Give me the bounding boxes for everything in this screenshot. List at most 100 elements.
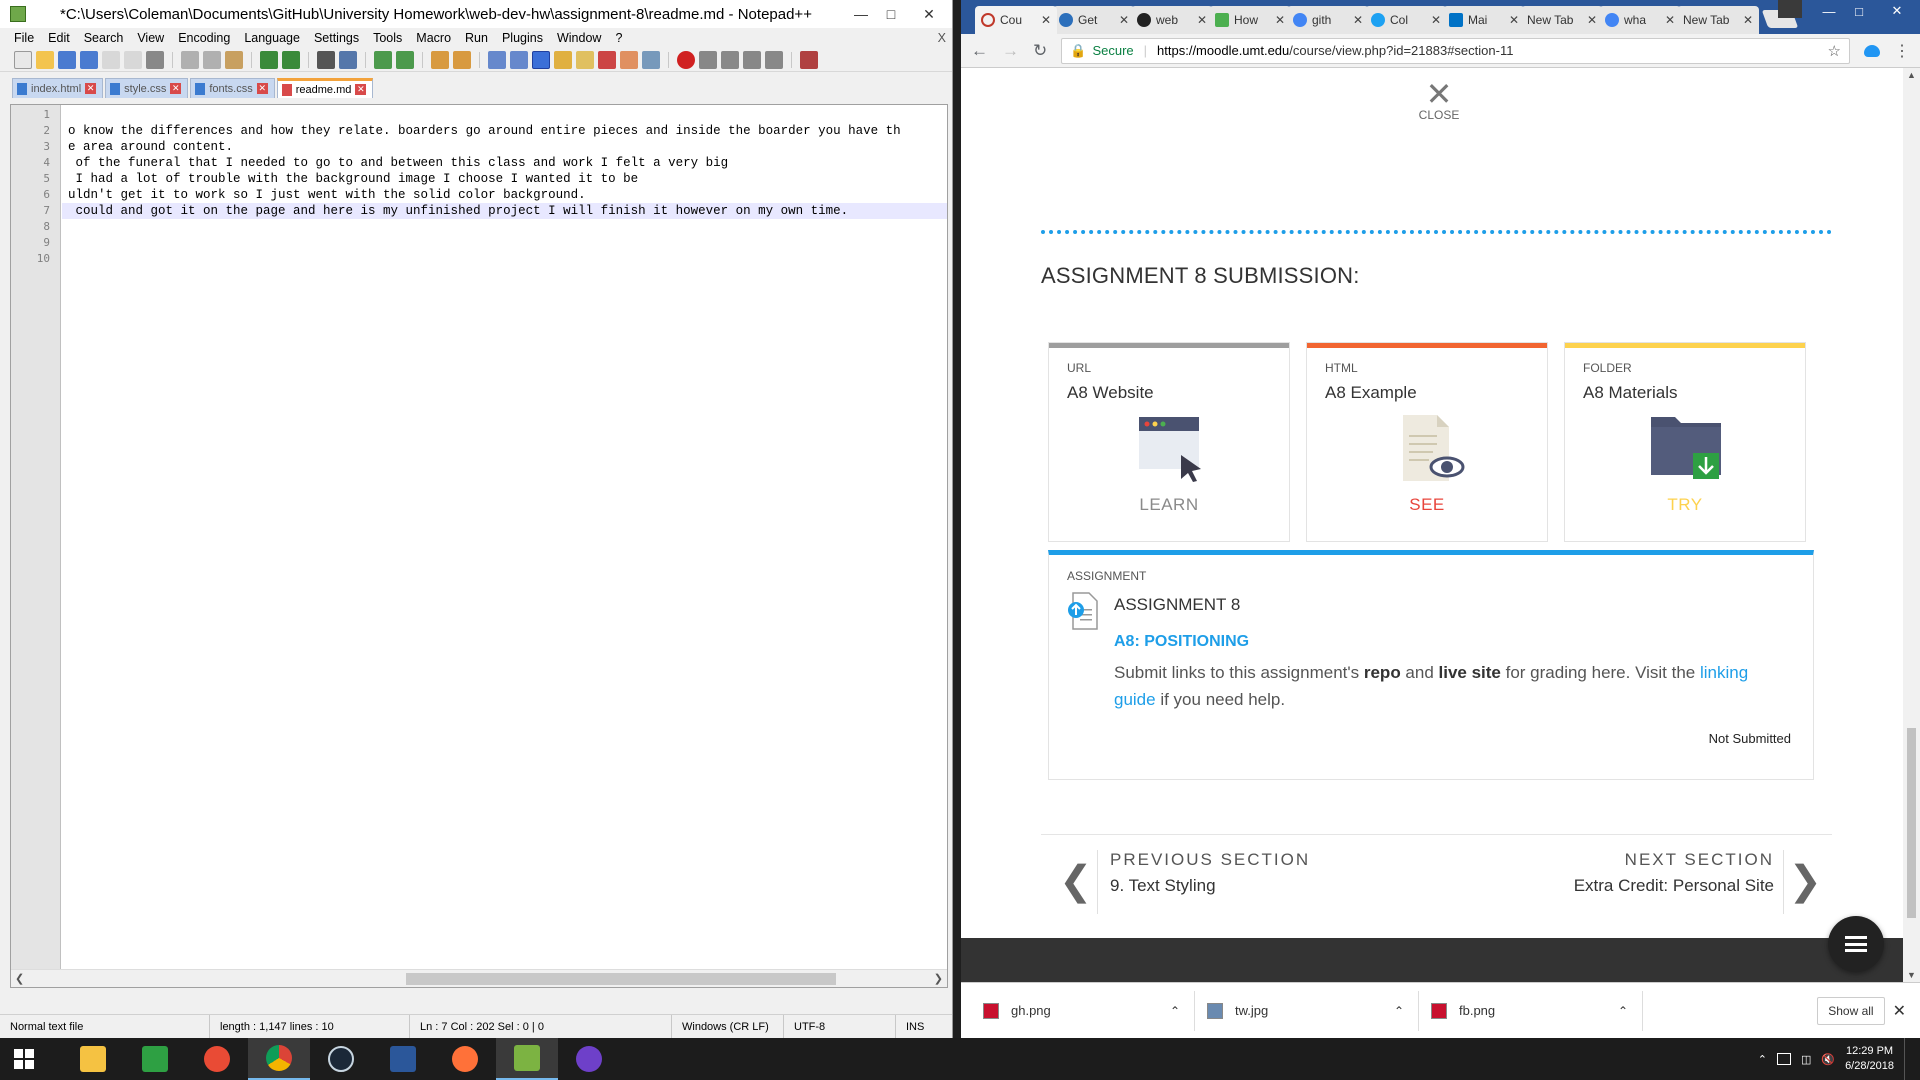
monitor-icon[interactable] — [1776, 1053, 1791, 1065]
card-name[interactable]: A8 Materials — [1583, 383, 1805, 403]
close-tab-icon[interactable]: ✕ — [1275, 13, 1285, 27]
menu-language[interactable]: Language — [244, 31, 300, 45]
open-file-icon[interactable] — [36, 50, 54, 69]
scrollbar-thumb[interactable] — [406, 973, 836, 985]
show-desktop-button[interactable] — [1904, 1038, 1912, 1080]
current-code-line[interactable]: could and got it on the page and here is… — [62, 203, 947, 219]
close-document-button[interactable]: X — [938, 31, 946, 45]
network-icon[interactable]: ◫ — [1801, 1053, 1811, 1066]
tab-style-css[interactable]: style.css ✕ — [105, 78, 189, 98]
close-tab-icon[interactable]: ✕ — [1041, 13, 1051, 27]
resource-card-url[interactable]: URL A8 Website LEARN — [1048, 342, 1290, 542]
close-panel-button[interactable]: ✕ CLOSE — [1409, 78, 1469, 122]
menu-settings[interactable]: Settings — [314, 31, 359, 45]
code-line[interactable] — [62, 251, 947, 267]
bookmark-star-icon[interactable]: ☆ — [1828, 42, 1841, 60]
minimize-button[interactable]: — — [1814, 0, 1844, 22]
scroll-down-icon[interactable]: ▼ — [1907, 970, 1916, 980]
browser-tab[interactable]: New Tab ✕ — [1677, 6, 1759, 34]
close-tab-icon[interactable]: ✕ — [1431, 13, 1441, 27]
profile-icon[interactable] — [1778, 0, 1802, 18]
close-tab-icon[interactable]: ✕ — [1743, 13, 1753, 27]
save-macro-icon[interactable] — [765, 50, 783, 69]
browser-tab[interactable]: Get ✕ — [1053, 6, 1135, 34]
close-all-icon[interactable] — [124, 50, 142, 69]
hamburger-menu-button[interactable] — [1828, 916, 1884, 972]
url-text[interactable]: https://moodle.umt.edu/course/view.php?i… — [1157, 43, 1822, 58]
folder-workspace-icon[interactable] — [620, 50, 638, 69]
maximize-button[interactable]: □ — [876, 0, 906, 28]
chevron-up-icon[interactable]: ⌃ — [1618, 1004, 1628, 1018]
close-tab-icon[interactable]: ✕ — [85, 83, 97, 94]
run-macro-multiple-icon[interactable] — [743, 50, 761, 69]
resource-card-folder[interactable]: FOLDER A8 Materials TRY — [1564, 342, 1806, 542]
menu-window[interactable]: Window — [557, 31, 601, 45]
minimize-button[interactable]: — — [846, 0, 876, 28]
code-line[interactable] — [62, 219, 947, 235]
undo-icon[interactable] — [260, 50, 278, 69]
code-line[interactable]: o know the differences and how they rela… — [62, 123, 947, 139]
doc-map-icon[interactable] — [576, 50, 594, 69]
show-all-chars-icon[interactable] — [510, 50, 528, 69]
taskbar-store[interactable] — [124, 1038, 186, 1080]
taskbar-word[interactable] — [372, 1038, 434, 1080]
sync-vertical-icon[interactable] — [431, 50, 449, 69]
reload-icon[interactable]: ↻ — [1033, 41, 1047, 61]
code-line[interactable]: I had a lot of trouble with the backgrou… — [62, 171, 947, 187]
find-icon[interactable] — [317, 50, 335, 69]
horizontal-scrollbar[interactable]: ❮ ❯ — [11, 969, 947, 987]
close-tab-icon[interactable]: ✕ — [170, 83, 182, 94]
taskbar-steam[interactable] — [310, 1038, 372, 1080]
chevron-up-icon[interactable]: ⌃ — [1758, 1053, 1767, 1066]
lock-icon[interactable]: 🔒 — [1070, 43, 1086, 59]
close-tab-icon[interactable]: ✕ — [1665, 13, 1675, 27]
word-wrap-icon[interactable] — [488, 50, 506, 69]
menu-view[interactable]: View — [137, 31, 164, 45]
menu-search[interactable]: Search — [84, 31, 124, 45]
save-icon[interactable] — [58, 50, 76, 69]
record-macro-icon[interactable] — [677, 50, 695, 69]
save-all-icon[interactable] — [80, 50, 98, 69]
tab-fonts-css[interactable]: fonts.css ✕ — [190, 78, 275, 98]
function-list-icon[interactable] — [598, 50, 616, 69]
code-line[interactable]: e area around content. — [62, 139, 947, 155]
tab-index-html[interactable]: index.html ✕ — [12, 78, 104, 98]
print-icon[interactable] — [146, 50, 164, 69]
browser-tab[interactable]: web ✕ — [1131, 6, 1213, 34]
forward-icon[interactable]: → — [1002, 41, 1019, 61]
redo-icon[interactable] — [282, 50, 300, 69]
browser-tab[interactable]: gith ✕ — [1287, 6, 1369, 34]
stop-macro-icon[interactable] — [699, 50, 717, 69]
scroll-left-icon[interactable]: ❮ — [15, 970, 24, 987]
paste-icon[interactable] — [225, 50, 243, 69]
menu-run[interactable]: Run — [465, 31, 488, 45]
taskbar-github-desktop[interactable] — [558, 1038, 620, 1080]
code-line[interactable] — [62, 235, 947, 251]
close-tab-icon[interactable]: ✕ — [1587, 13, 1597, 27]
address-bar[interactable]: 🔒 Secure | https://moodle.umt.edu/course… — [1061, 37, 1850, 64]
text-editor[interactable]: 1 2 3 4 5 6 7 8 9 10 o know the differen… — [10, 104, 948, 988]
npp-titlebar[interactable]: *C:\Users\Coleman\Documents\GitHub\Unive… — [0, 0, 952, 28]
sync-horizontal-icon[interactable] — [453, 50, 471, 69]
tab-readme-md[interactable]: readme.md ✕ — [276, 78, 374, 98]
menu-file[interactable]: File — [14, 31, 34, 45]
chevron-left-icon[interactable]: ❮ — [1059, 858, 1093, 904]
clock[interactable]: 12:29 PM 6/28/2018 — [1845, 1044, 1894, 1074]
menu-macro[interactable]: Macro — [416, 31, 451, 45]
code-line[interactable]: of the funeral that I needed to go to an… — [62, 155, 947, 171]
card-name[interactable]: A8 Example — [1325, 383, 1547, 403]
udl-icon[interactable] — [554, 50, 572, 69]
code-area[interactable]: o know the differences and how they rela… — [62, 105, 947, 969]
close-icon[interactable]: ✕ — [1893, 1001, 1906, 1021]
assignment-name[interactable]: ASSIGNMENT 8 — [1114, 595, 1240, 615]
back-icon[interactable]: ← — [971, 41, 988, 61]
browser-tab[interactable]: Col ✕ — [1365, 6, 1447, 34]
close-tab-icon[interactable]: ✕ — [1197, 13, 1207, 27]
new-file-icon[interactable] — [14, 50, 32, 69]
taskbar-firefox-dev[interactable] — [186, 1038, 248, 1080]
scrollbar-thumb[interactable] — [1907, 728, 1916, 918]
start-button[interactable] — [0, 1038, 48, 1080]
code-line[interactable] — [62, 107, 947, 123]
download-item[interactable]: gh.png ⌃ — [971, 990, 1195, 1031]
taskbar-notepad-plus-plus[interactable] — [496, 1038, 558, 1080]
